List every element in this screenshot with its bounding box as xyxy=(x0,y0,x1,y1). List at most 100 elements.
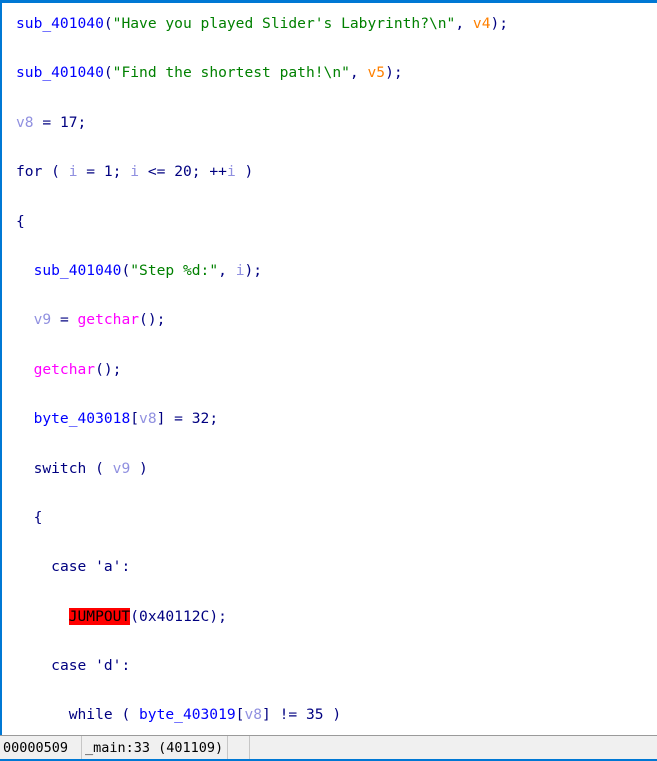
status-spacer xyxy=(228,736,251,759)
code-token-avar[interactable]: v4 xyxy=(473,15,491,32)
code-line[interactable]: sub_401040("Step %d:", i); xyxy=(2,259,657,284)
code-token-punc: ( xyxy=(130,607,140,625)
code-token-punc: , xyxy=(455,15,473,32)
code-token-kw[interactable]: case xyxy=(51,558,86,575)
code-token-avar[interactable]: v5 xyxy=(367,64,385,81)
code-token-punc xyxy=(86,558,95,575)
code-token-lvar[interactable]: v8 xyxy=(244,706,262,723)
code-token-fn[interactable]: sub_401040 xyxy=(16,15,104,32)
code-token-str[interactable]: "Have you played Slider's Labyrinth?\n" xyxy=(113,15,456,32)
code-line[interactable]: { xyxy=(2,210,657,235)
code-token-punc: , xyxy=(218,261,236,279)
code-token-punc: : xyxy=(121,558,131,576)
pseudocode-code-area[interactable]: sub_401040("Have you played Slider's Lab… xyxy=(0,3,657,735)
code-token-punc: , xyxy=(349,64,368,82)
code-token-punc: ); xyxy=(209,607,227,625)
code-token-punc: (); xyxy=(95,360,122,378)
code-line[interactable]: { xyxy=(2,506,657,531)
code-line[interactable]: for ( i = 1; i <= 20; ++i ) xyxy=(2,160,657,185)
code-line[interactable]: sub_401040("Have you played Slider's Lab… xyxy=(2,12,657,37)
code-line[interactable]: JUMPOUT(0x40112C); xyxy=(2,605,657,630)
code-token-lvar[interactable]: i xyxy=(69,163,78,180)
code-token-punc: ] != xyxy=(262,706,306,724)
code-token-punc: ( xyxy=(103,64,113,82)
code-token-punc: ; ++ xyxy=(191,163,227,181)
code-token-fn[interactable]: sub_401040 xyxy=(34,262,122,279)
code-token-lvar[interactable]: v9 xyxy=(34,311,52,328)
code-token-str[interactable]: "Step %d:" xyxy=(130,262,218,279)
code-token-punc: ) xyxy=(130,459,148,477)
code-line[interactable]: while ( byte_403019[v8] != 35 ) xyxy=(2,703,657,728)
code-line[interactable]: v9 = getchar(); xyxy=(2,308,657,333)
pseudocode-window: sub_401040("Have you played Slider's Lab… xyxy=(0,0,657,761)
code-token-fn[interactable]: byte_403018 xyxy=(34,410,131,427)
code-token-punc: ( xyxy=(42,163,69,181)
status-location: _main:33 (401109) xyxy=(82,736,229,759)
code-token-punc: ) xyxy=(235,163,254,181)
code-token-punc: ); xyxy=(244,261,263,279)
code-token-lib[interactable]: getchar xyxy=(34,361,96,378)
code-token-kw[interactable]: case xyxy=(51,657,86,674)
code-token-kw[interactable]: while xyxy=(69,706,113,723)
code-token-lvar[interactable]: i xyxy=(130,163,139,180)
status-extra xyxy=(250,736,657,759)
code-token-lib[interactable]: getchar xyxy=(78,311,140,328)
code-token-num[interactable]: 1 xyxy=(104,163,113,180)
status-offset: 00000509 xyxy=(0,736,82,759)
code-token-punc: = xyxy=(77,163,104,181)
code-line[interactable]: sub_401040("Find the shortest path!\n", … xyxy=(2,61,657,86)
status-bar: 00000509 _main:33 (401109) xyxy=(0,735,657,761)
code-line[interactable]: case 'd': xyxy=(2,654,657,679)
code-token-punc: <= xyxy=(139,163,175,181)
code-line[interactable]: switch ( v9 ) xyxy=(2,457,657,482)
code-token-punc: ( xyxy=(112,706,140,724)
code-token-punc: [ xyxy=(130,410,140,428)
code-token-num[interactable]: 0x40112C xyxy=(139,608,209,625)
code-token-lvar[interactable]: v8 xyxy=(139,410,157,427)
code-token-lvar[interactable]: v8 xyxy=(16,114,34,131)
code-token-punc xyxy=(86,657,95,674)
code-token-punc: ) xyxy=(323,706,342,724)
code-token-num[interactable]: 32 xyxy=(192,410,210,427)
pseudocode-text[interactable]: sub_401040("Have you played Slider's Lab… xyxy=(2,3,657,735)
code-token-kw[interactable]: for xyxy=(16,163,42,180)
code-token-num[interactable]: 17 xyxy=(60,114,78,131)
code-token-num[interactable]: 20 xyxy=(174,163,192,180)
code-token-lvar[interactable]: v9 xyxy=(113,460,131,477)
code-line[interactable]: byte_403018[v8] = 32; xyxy=(2,407,657,432)
code-line[interactable]: getchar(); xyxy=(2,358,657,383)
code-token-chr[interactable]: 'd' xyxy=(95,657,121,674)
code-token-punc: ( xyxy=(121,261,131,279)
code-token-str[interactable]: "Find the shortest path!\n" xyxy=(113,64,350,81)
code-token-num[interactable]: 35 xyxy=(306,706,324,723)
code-token-punc: ; xyxy=(112,163,131,181)
code-token-lvar[interactable]: i xyxy=(236,262,245,279)
code-line[interactable]: case 'a': xyxy=(2,555,657,580)
code-token-punc: ] = xyxy=(156,410,192,428)
code-token-fn[interactable]: byte_403019 xyxy=(139,706,236,723)
code-token-punc: : xyxy=(121,657,131,675)
code-token-punc: ); xyxy=(385,64,403,82)
code-token-chr[interactable]: 'a' xyxy=(95,558,121,575)
code-token-lvar[interactable]: i xyxy=(227,163,236,180)
code-token-jump[interactable]: JUMPOUT xyxy=(68,607,131,625)
code-token-punc: { xyxy=(16,212,25,230)
code-token-punc: ); xyxy=(490,15,509,32)
code-token-punc: (); xyxy=(139,311,166,329)
code-token-punc: ( xyxy=(103,15,113,32)
code-token-punc: { xyxy=(33,508,43,526)
code-token-punc: ; xyxy=(77,113,87,131)
code-token-punc: = xyxy=(51,311,78,329)
code-token-fn[interactable]: sub_401040 xyxy=(16,64,104,81)
code-line[interactable]: v8 = 17; xyxy=(2,111,657,136)
code-token-kw[interactable]: switch xyxy=(34,460,87,477)
